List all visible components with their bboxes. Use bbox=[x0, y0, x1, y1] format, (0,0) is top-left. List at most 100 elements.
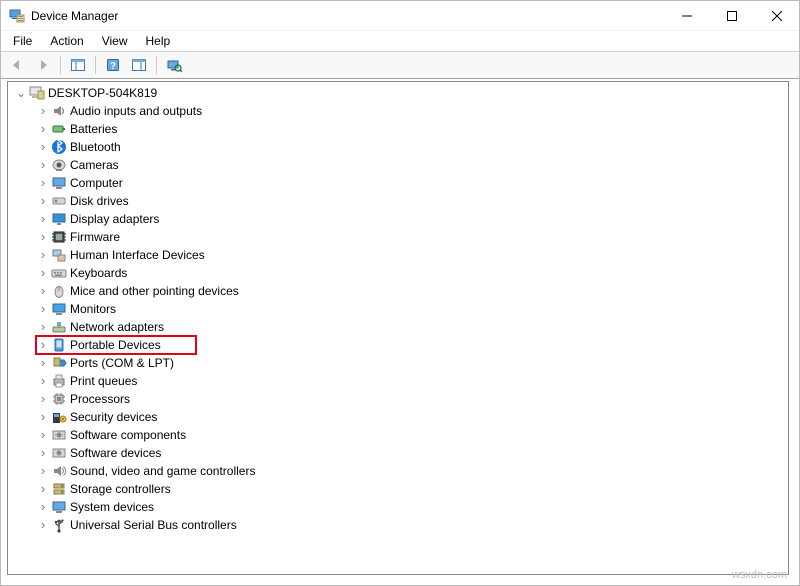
tree-node[interactable]: Firmware bbox=[32, 228, 788, 246]
tree-node[interactable]: Network adapters bbox=[32, 318, 788, 336]
svg-text:?: ? bbox=[110, 61, 116, 72]
chevron-right-icon[interactable] bbox=[36, 482, 50, 496]
tree-node[interactable]: Computer bbox=[32, 174, 788, 192]
display-icon bbox=[51, 211, 67, 227]
chevron-right-icon[interactable] bbox=[36, 338, 50, 352]
tree-node[interactable]: Audio inputs and outputs bbox=[32, 102, 788, 120]
chevron-right-icon[interactable] bbox=[36, 212, 50, 226]
tree-node-label: System devices bbox=[70, 500, 154, 514]
audio-icon bbox=[51, 103, 67, 119]
toolbar: ? bbox=[1, 51, 799, 79]
chevron-right-icon[interactable] bbox=[36, 446, 50, 460]
chevron-right-icon[interactable] bbox=[36, 392, 50, 406]
tree-root-label: DESKTOP-504K819 bbox=[48, 86, 157, 100]
mouse-icon bbox=[51, 283, 67, 299]
minimize-button[interactable] bbox=[664, 1, 709, 30]
tree-node[interactable]: Processors bbox=[32, 390, 788, 408]
chevron-right-icon[interactable] bbox=[36, 320, 50, 334]
back-button[interactable] bbox=[5, 54, 29, 76]
firmware-icon bbox=[51, 229, 67, 245]
chevron-right-icon[interactable] bbox=[36, 356, 50, 370]
forward-button[interactable] bbox=[31, 54, 55, 76]
chevron-right-icon[interactable] bbox=[36, 302, 50, 316]
tree-node-label: Storage controllers bbox=[70, 482, 171, 496]
tree-node[interactable]: Keyboards bbox=[32, 264, 788, 282]
tree-node[interactable]: Sound, video and game controllers bbox=[32, 462, 788, 480]
chevron-right-icon[interactable] bbox=[36, 230, 50, 244]
chevron-right-icon[interactable] bbox=[36, 104, 50, 118]
chevron-right-icon[interactable] bbox=[36, 374, 50, 388]
chevron-right-icon[interactable] bbox=[36, 176, 50, 190]
chevron-right-icon[interactable] bbox=[36, 248, 50, 262]
tree-node-label: Human Interface Devices bbox=[70, 248, 205, 262]
tree-node[interactable]: Security devices bbox=[32, 408, 788, 426]
tree-node[interactable]: Human Interface Devices bbox=[32, 246, 788, 264]
tree-node[interactable]: Monitors bbox=[32, 300, 788, 318]
tree-node[interactable]: Print queues bbox=[32, 372, 788, 390]
swdev-icon bbox=[51, 445, 67, 461]
tree-node-label: Universal Serial Bus controllers bbox=[70, 518, 237, 532]
chevron-right-icon[interactable] bbox=[36, 266, 50, 280]
watermark: wsxdn.com bbox=[732, 569, 787, 581]
disk-icon bbox=[51, 193, 67, 209]
highlighted-node[interactable]: Portable Devices bbox=[36, 336, 196, 354]
maximize-button[interactable] bbox=[709, 1, 754, 30]
tree-node[interactable]: Batteries bbox=[32, 120, 788, 138]
monitor-icon bbox=[51, 301, 67, 317]
tree-node[interactable]: System devices bbox=[32, 498, 788, 516]
tree-node-label: Display adapters bbox=[70, 212, 159, 226]
show-hide-console-tree-button[interactable] bbox=[66, 54, 90, 76]
scan-hardware-button[interactable] bbox=[162, 54, 186, 76]
device-tree[interactable]: DESKTOP-504K819 Audio inputs and outputs… bbox=[7, 81, 789, 575]
tree-node[interactable]: Universal Serial Bus controllers bbox=[32, 516, 788, 534]
tree-node-label: Bluetooth bbox=[70, 140, 121, 154]
hid-icon bbox=[51, 247, 67, 263]
tree-node[interactable]: Software components bbox=[32, 426, 788, 444]
tree-node[interactable]: Display adapters bbox=[32, 210, 788, 228]
tree-node[interactable]: Storage controllers bbox=[32, 480, 788, 498]
keyboard-icon bbox=[51, 265, 67, 281]
menu-help[interactable]: Help bbox=[138, 32, 179, 50]
computer-root-icon bbox=[29, 85, 45, 101]
chevron-right-icon[interactable] bbox=[36, 284, 50, 298]
menu-view[interactable]: View bbox=[94, 32, 136, 50]
chevron-right-icon[interactable] bbox=[36, 122, 50, 136]
chevron-right-icon[interactable] bbox=[36, 194, 50, 208]
tree-root-node[interactable]: DESKTOP-504K819 bbox=[10, 84, 788, 102]
window-controls bbox=[664, 1, 799, 30]
tree-node-label: Computer bbox=[70, 176, 123, 190]
tree-node-label: Cameras bbox=[70, 158, 119, 172]
tree-node[interactable]: Disk drives bbox=[32, 192, 788, 210]
menu-file[interactable]: File bbox=[5, 32, 40, 50]
chevron-right-icon[interactable] bbox=[36, 158, 50, 172]
menu-action[interactable]: Action bbox=[42, 32, 91, 50]
tree-node[interactable]: Software devices bbox=[32, 444, 788, 462]
chevron-right-icon[interactable] bbox=[36, 464, 50, 478]
tree-node[interactable]: Portable Devices bbox=[32, 336, 788, 354]
chevron-right-icon[interactable] bbox=[36, 500, 50, 514]
chevron-right-icon[interactable] bbox=[36, 518, 50, 532]
close-button[interactable] bbox=[754, 1, 799, 30]
tree-node-label: Network adapters bbox=[70, 320, 164, 334]
swcomp-icon bbox=[51, 427, 67, 443]
tree-node-label: Monitors bbox=[70, 302, 116, 316]
window-title: Device Manager bbox=[31, 9, 664, 23]
tree-node[interactable]: Ports (COM & LPT) bbox=[32, 354, 788, 372]
chevron-right-icon[interactable] bbox=[36, 140, 50, 154]
ports-icon bbox=[51, 355, 67, 371]
camera-icon bbox=[51, 157, 67, 173]
bluetooth-icon bbox=[51, 139, 67, 155]
action-placeholder-button[interactable] bbox=[127, 54, 151, 76]
tree-node-label: Software devices bbox=[70, 446, 161, 460]
tree-node-label: Processors bbox=[70, 392, 130, 406]
help-button[interactable]: ? bbox=[101, 54, 125, 76]
chevron-right-icon[interactable] bbox=[36, 410, 50, 424]
system-icon bbox=[51, 499, 67, 515]
chevron-down-icon[interactable] bbox=[14, 86, 28, 100]
tree-node[interactable]: Cameras bbox=[32, 156, 788, 174]
battery-icon bbox=[51, 121, 67, 137]
tree-node[interactable]: Bluetooth bbox=[32, 138, 788, 156]
tree-node-label: Firmware bbox=[70, 230, 120, 244]
chevron-right-icon[interactable] bbox=[36, 428, 50, 442]
tree-node[interactable]: Mice and other pointing devices bbox=[32, 282, 788, 300]
